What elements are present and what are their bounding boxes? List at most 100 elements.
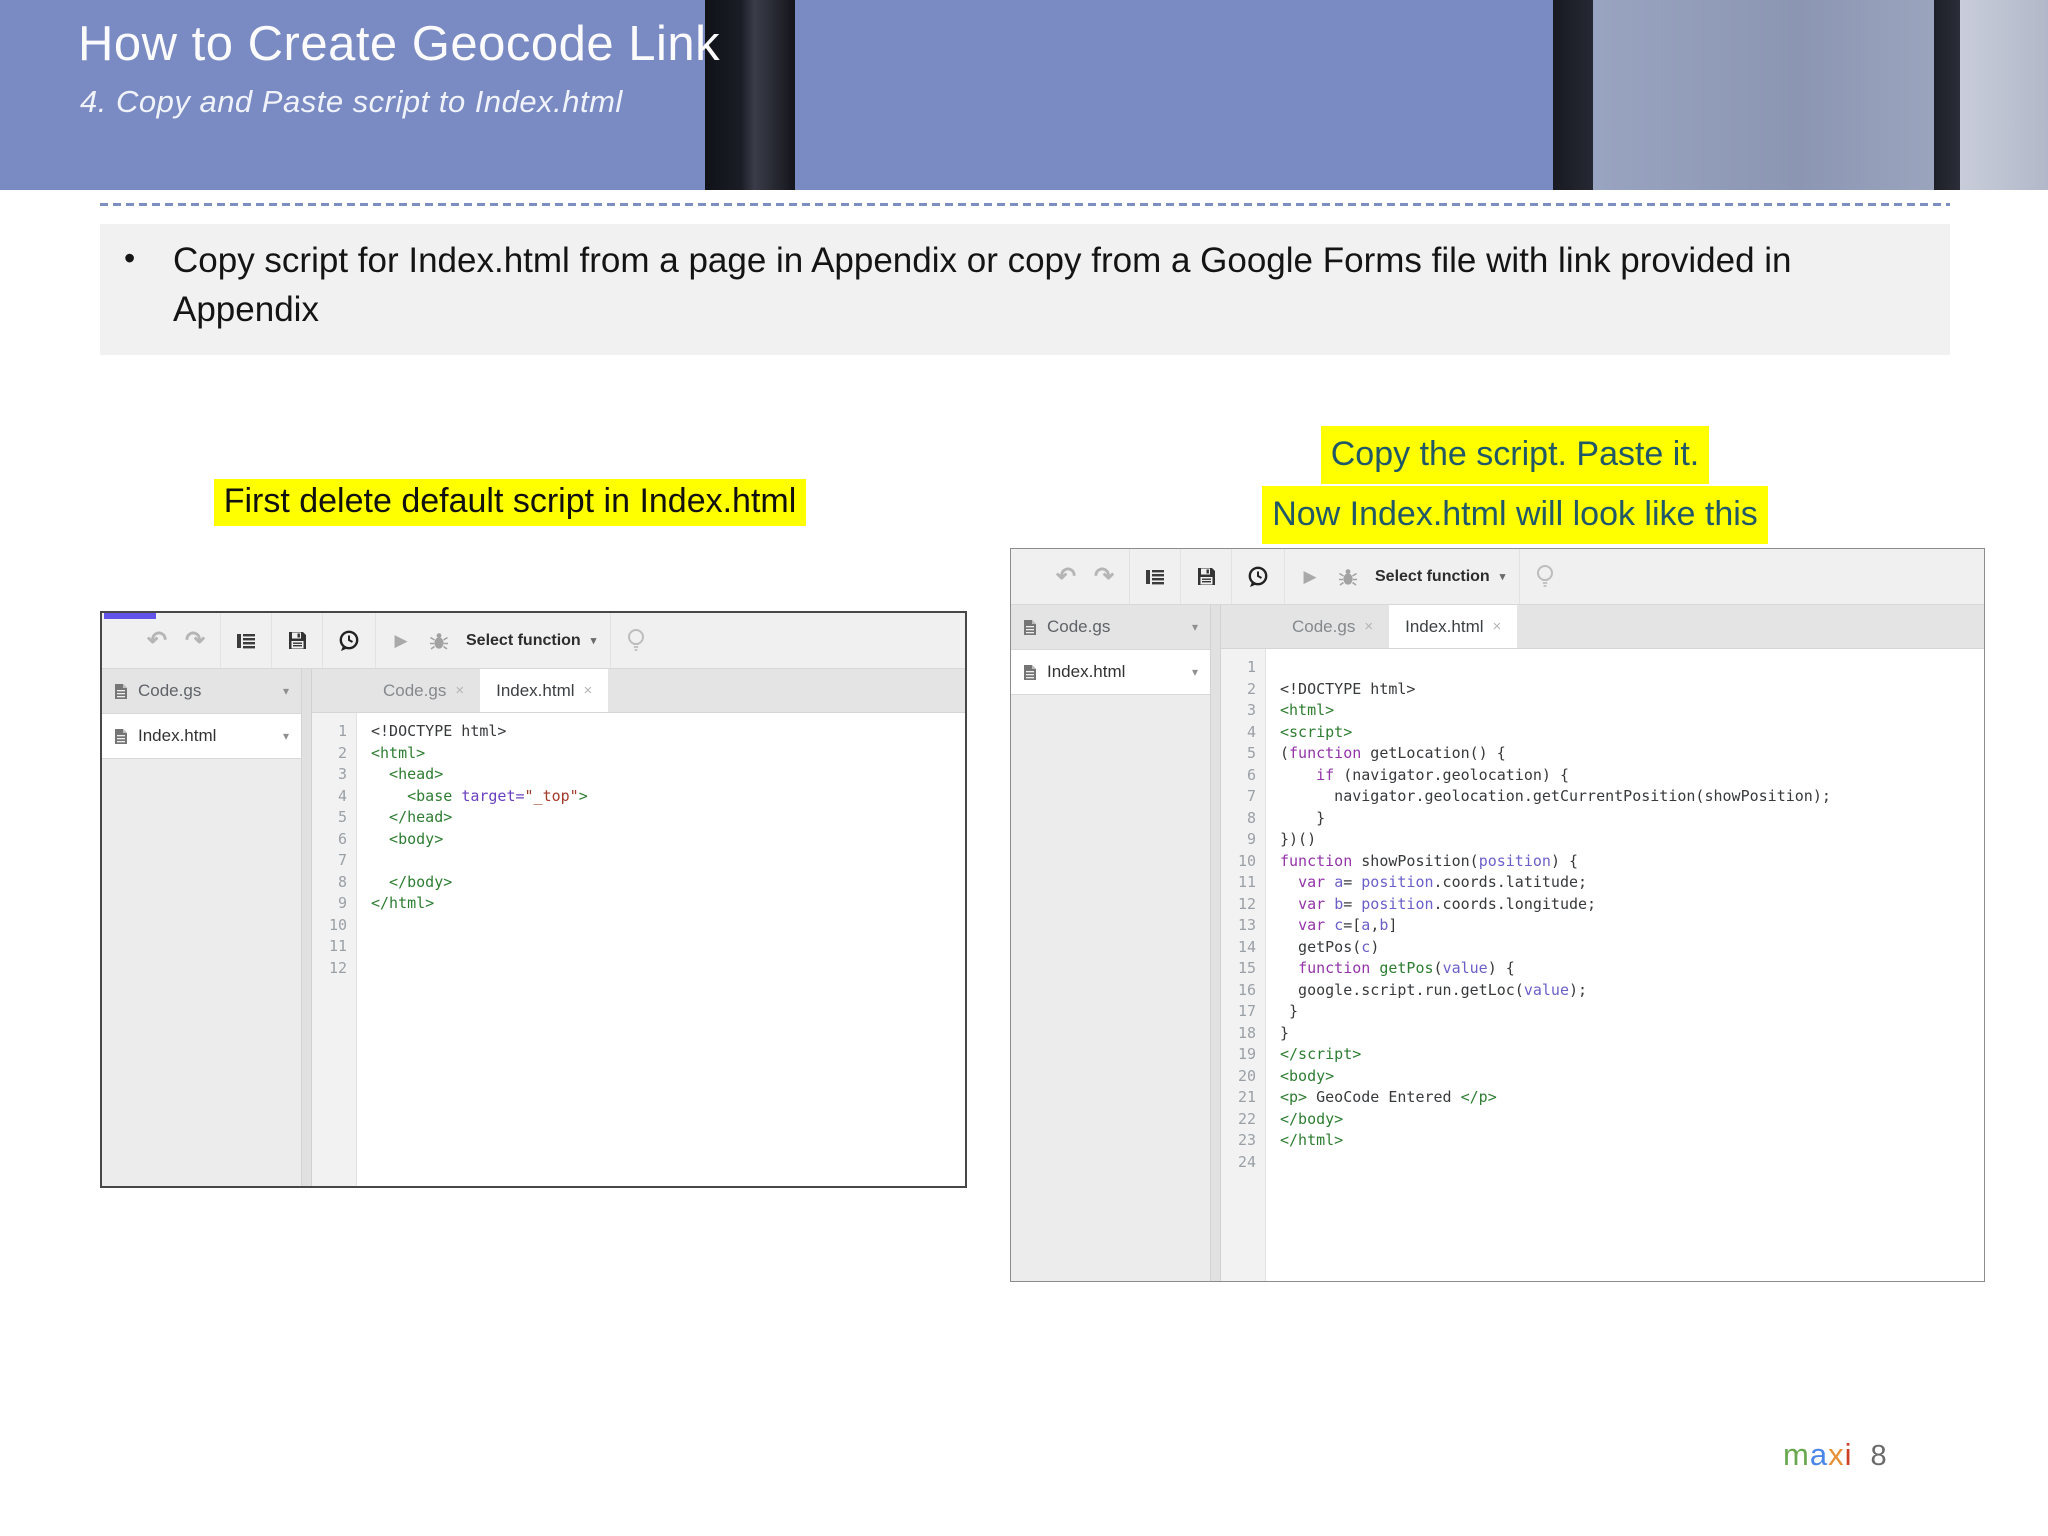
footer: maxi 8: [1783, 1437, 1887, 1473]
code-line: </body>: [371, 872, 453, 891]
slide: How to Create Geocode Link 4. Copy and P…: [0, 0, 2048, 1536]
close-icon[interactable]: ×: [455, 682, 464, 699]
background-photo-panel: [1593, 0, 1934, 190]
sidebar-splitter[interactable]: [302, 669, 312, 1186]
tab-label: Index.html: [1405, 616, 1484, 636]
code-line: <!DOCTYPE html>: [1280, 679, 1416, 698]
save-icon: [1197, 568, 1215, 585]
close-icon[interactable]: ×: [584, 682, 593, 699]
lightbulb-icon: [1537, 564, 1554, 587]
tab-index-html[interactable]: Index.html ×: [480, 669, 609, 712]
caption-left: First delete default script in Index.htm…: [160, 479, 860, 526]
hints-button[interactable]: [625, 613, 647, 668]
code-line: google.script.run.getLoc(value);: [1280, 980, 1588, 999]
tab-label: Code.gs: [383, 680, 447, 700]
close-icon[interactable]: ×: [1493, 618, 1502, 635]
bullet-marker: •: [124, 240, 136, 276]
indent-icon: [1146, 569, 1164, 584]
debug-button[interactable]: [1337, 549, 1359, 604]
code-line: <html>: [371, 743, 426, 762]
dashed-divider: [100, 203, 1950, 206]
code-line: var b= position.coords.longitude;: [1298, 894, 1597, 913]
caption-left-text: First delete default script in Index.htm…: [213, 479, 807, 526]
code-line: })(): [1280, 830, 1317, 848]
select-function-dropdown[interactable]: Select function ▾: [1375, 568, 1505, 586]
select-function-label: Select function: [1375, 567, 1490, 585]
close-icon[interactable]: ×: [1364, 618, 1373, 635]
sidebar-item-code-gs[interactable]: Code.gs ▾: [102, 669, 301, 714]
code-area[interactable]: <!DOCTYPE html> <html> <script> (function g…: [1266, 649, 1984, 1281]
select-function-label: Select function: [466, 631, 581, 649]
tab-code-gs[interactable]: Code.gs ×: [367, 669, 480, 712]
execution-log-button[interactable]: [337, 613, 361, 668]
line-number: 4: [1246, 722, 1256, 741]
play-icon: ▶: [1303, 566, 1317, 586]
redo-button[interactable]: ↷: [1093, 549, 1115, 604]
sidebar-item-label: Code.gs: [1047, 617, 1111, 636]
line-number: 1: [1246, 658, 1256, 676]
code-line: }: [1280, 808, 1326, 827]
slide-subtitle: 4. Copy and Paste script to Index.html: [80, 84, 623, 119]
save-button[interactable]: [286, 613, 308, 668]
sidebar-splitter[interactable]: [1211, 605, 1221, 1281]
line-number: 8: [337, 872, 347, 891]
line-number: 5: [1246, 744, 1256, 762]
toolbar: ↶ ↷ ▶ Select function ▾: [102, 613, 965, 669]
bullet-text: Copy script for Index.html from a page i…: [173, 241, 1792, 329]
line-number: 9: [337, 894, 347, 912]
undo-button[interactable]: ↶: [1055, 549, 1077, 604]
code-line: navigator.geolocation.getCurrentPosition…: [1280, 787, 1831, 805]
code-line: <base target="_top">: [371, 786, 588, 805]
debug-button[interactable]: [428, 613, 450, 668]
page-number: 8: [1870, 1440, 1887, 1472]
caption-right-line2: Now Index.html will look like this: [1262, 486, 1768, 544]
run-button[interactable]: ▶: [390, 613, 412, 668]
toolbar: ↶ ↷ ▶ Select function ▾: [1011, 549, 1984, 605]
redo-icon: ↷: [184, 627, 206, 654]
chevron-down-icon: ▾: [1191, 665, 1198, 679]
save-button[interactable]: [1195, 549, 1217, 604]
tab-index-html[interactable]: Index.html ×: [1389, 605, 1518, 648]
file-icon: [1024, 619, 1036, 635]
line-number: 10: [328, 915, 347, 934]
code-line: </script>: [1280, 1045, 1362, 1063]
code-line: </html>: [1280, 1131, 1344, 1149]
indent-button[interactable]: [1144, 549, 1166, 604]
tab-code-gs[interactable]: Code.gs ×: [1276, 605, 1389, 648]
code-line: <head>: [371, 765, 444, 783]
redo-button[interactable]: ↷: [184, 613, 206, 668]
line-number: 12: [1237, 894, 1256, 913]
code-area[interactable]: <!DOCTYPE html> <html> <head> <base targe…: [357, 713, 965, 1186]
tab-bar: Code.gs × Index.html ×: [312, 669, 965, 713]
line-number: 8: [1246, 808, 1256, 827]
code-line: <html>: [1280, 701, 1335, 719]
maxi-logo: maxi: [1783, 1437, 1852, 1473]
line-number: 21: [1237, 1088, 1256, 1106]
code-line: }: [1280, 1023, 1290, 1042]
bug-icon: [1339, 568, 1357, 586]
line-number: 24: [1237, 1152, 1256, 1171]
chevron-down-icon: ▾: [282, 729, 289, 743]
select-function-dropdown[interactable]: Select function ▾: [466, 632, 596, 650]
sidebar-item-index-html[interactable]: Index.html ▾: [1011, 650, 1210, 695]
line-number: 16: [1237, 980, 1256, 999]
lightbulb-icon: [628, 628, 645, 651]
sidebar-item-code-gs[interactable]: Code.gs ▾: [1011, 605, 1210, 650]
bullet-box: • Copy script for Index.html from a page…: [100, 224, 1950, 355]
hints-button[interactable]: [1534, 549, 1556, 604]
indent-button[interactable]: [235, 613, 257, 668]
execution-log-button[interactable]: [1246, 549, 1270, 604]
line-number-gutter: 1 2 3 4 5 6 7 8 9 10 11 12: [312, 713, 357, 1186]
line-number: 9: [1246, 830, 1256, 848]
slide-title: How to Create Geocode Link: [78, 17, 721, 71]
code-line: (function getLocation() {: [1280, 744, 1506, 762]
run-button[interactable]: ▶: [1299, 549, 1321, 604]
sidebar-item-index-html[interactable]: Index.html ▾: [102, 714, 301, 759]
undo-button[interactable]: ↶: [146, 613, 168, 668]
line-number: 15: [1237, 959, 1256, 977]
indent-icon: [237, 633, 255, 648]
tab-bar: Code.gs × Index.html ×: [1221, 605, 1984, 649]
file-sidebar: Code.gs ▾ Index.html ▾: [1011, 605, 1211, 1281]
